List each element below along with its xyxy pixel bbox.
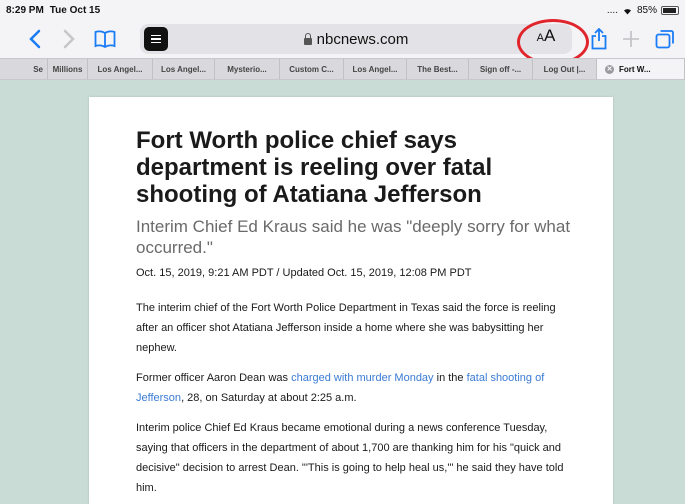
chevron-right-icon: [63, 29, 75, 49]
tab-active-label: Fort W...: [619, 64, 651, 74]
status-bar: 8:29 PM Tue Oct 15 .... 85%: [0, 0, 685, 20]
tabs-overview-button[interactable]: [650, 24, 680, 54]
share-button[interactable]: [584, 24, 614, 54]
tab-item[interactable]: Los Angel...: [344, 59, 407, 79]
forward-button[interactable]: [54, 24, 84, 54]
article-dateline: Oct. 15, 2019, 9:21 AM PDT / Updated Oct…: [136, 267, 472, 279]
status-date: Tue Oct 15: [49, 4, 101, 16]
chevron-left-icon: [29, 29, 41, 49]
share-icon: [591, 28, 607, 50]
book-icon: [94, 30, 116, 48]
address-bar[interactable]: nbcnews.com A A: [140, 24, 572, 54]
charged-link[interactable]: charged with murder Monday: [291, 372, 433, 384]
tab-item[interactable]: Log Out |...: [533, 59, 597, 79]
close-tab-icon[interactable]: ✕: [605, 64, 614, 74]
article-subhead: Interim Chief Ed Kraus said he was "deep…: [136, 217, 571, 257]
tab-item[interactable]: Custom C...: [280, 59, 344, 79]
text-size-button[interactable]: A A: [526, 26, 566, 52]
article-paragraph-2: Former officer Aaron Dean was charged wi…: [136, 368, 568, 408]
bookmarks-button[interactable]: [90, 24, 120, 54]
reader-article: Fort Worth police chief says department …: [89, 97, 613, 504]
browser-toolbar: nbcnews.com A A: [0, 20, 685, 58]
status-time: 8:29 PM: [6, 4, 44, 16]
tab-item[interactable]: Mysterio...: [215, 59, 280, 79]
p2-text-a: Former officer Aaron Dean was: [136, 372, 292, 384]
tab-active[interactable]: ✕ Fort W...: [597, 59, 685, 79]
aa-small: A: [536, 32, 544, 44]
reader-view-button[interactable]: [144, 27, 168, 51]
plus-icon: [623, 31, 639, 47]
lock-icon: [303, 32, 312, 45]
status-indicators: .... 85%: [607, 5, 679, 16]
aa-big: A: [544, 26, 556, 45]
battery-percent: 85%: [636, 4, 657, 16]
tab-item[interactable]: The Best...: [407, 59, 469, 79]
tab-item[interactable]: Se: [0, 59, 48, 79]
tab-item[interactable]: Los Angel...: [88, 59, 153, 79]
tabs-icon: [655, 30, 674, 49]
tab-item[interactable]: Millions: [48, 59, 88, 79]
article-headline: Fort Worth police chief says department …: [136, 127, 493, 208]
article-paragraph-1: The interim chief of the Fort Worth Poli…: [136, 302, 556, 354]
url-display[interactable]: nbcnews.com: [303, 30, 409, 48]
wifi-icon: [623, 8, 631, 14]
p2-text-b: in the: [433, 372, 467, 384]
article-paragraph-3: Interim police Chief Ed Kraus became emo…: [136, 422, 564, 494]
tab-bar: Se Millions Los Angel... Los Angel... My…: [0, 58, 685, 80]
new-tab-button[interactable]: [616, 24, 646, 54]
battery-icon: [661, 5, 679, 15]
tab-item[interactable]: Sign off -...: [469, 59, 533, 79]
url-text: nbcnews.com: [316, 30, 409, 48]
signal-dots: ....: [606, 4, 618, 16]
tab-item[interactable]: Los Angel...: [153, 59, 215, 79]
back-button[interactable]: [20, 24, 50, 54]
p2-text-c: , 28, on Saturday at about 2:25 a.m.: [181, 392, 357, 404]
